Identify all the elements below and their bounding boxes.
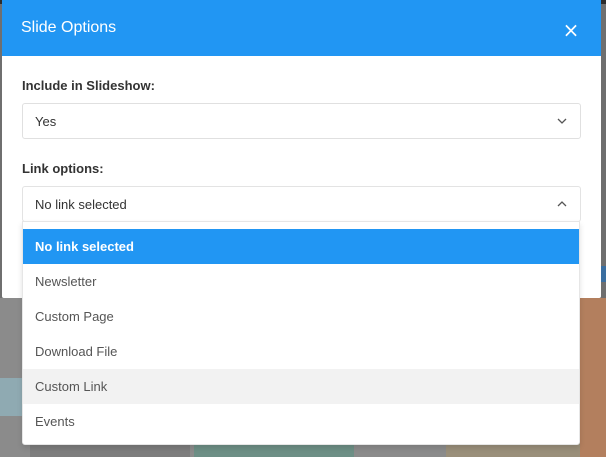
link-options-label: Link options: <box>22 161 104 176</box>
modal-header: Slide Options × <box>2 0 601 56</box>
chevron-down-icon <box>557 116 567 126</box>
background-highlight-band <box>0 378 22 416</box>
link-options-select[interactable]: No link selected <box>22 186 581 222</box>
background-thumbnail-edge <box>580 298 606 457</box>
link-options-dropdown: No link selected Newsletter Custom Page … <box>22 221 580 445</box>
link-option-custom-link[interactable]: Custom Link <box>23 369 579 404</box>
link-option-no-link[interactable]: No link selected <box>23 229 579 264</box>
link-option-custom-page[interactable]: Custom Page <box>23 299 579 334</box>
close-icon[interactable]: × <box>561 20 581 40</box>
link-option-newsletter[interactable]: Newsletter <box>23 264 579 299</box>
include-in-slideshow-value: Yes <box>35 113 57 129</box>
include-in-slideshow-label: Include in Slideshow: <box>22 78 155 93</box>
modal-title: Slide Options <box>21 19 117 36</box>
link-options-value: No link selected <box>35 196 127 212</box>
chevron-up-icon <box>557 199 567 209</box>
link-option-download-file[interactable]: Download File <box>23 334 579 369</box>
modal-body: Include in Slideshow: Yes Link options: … <box>2 56 601 222</box>
link-option-events[interactable]: Events <box>23 404 579 439</box>
include-in-slideshow-select[interactable]: Yes <box>22 103 581 139</box>
